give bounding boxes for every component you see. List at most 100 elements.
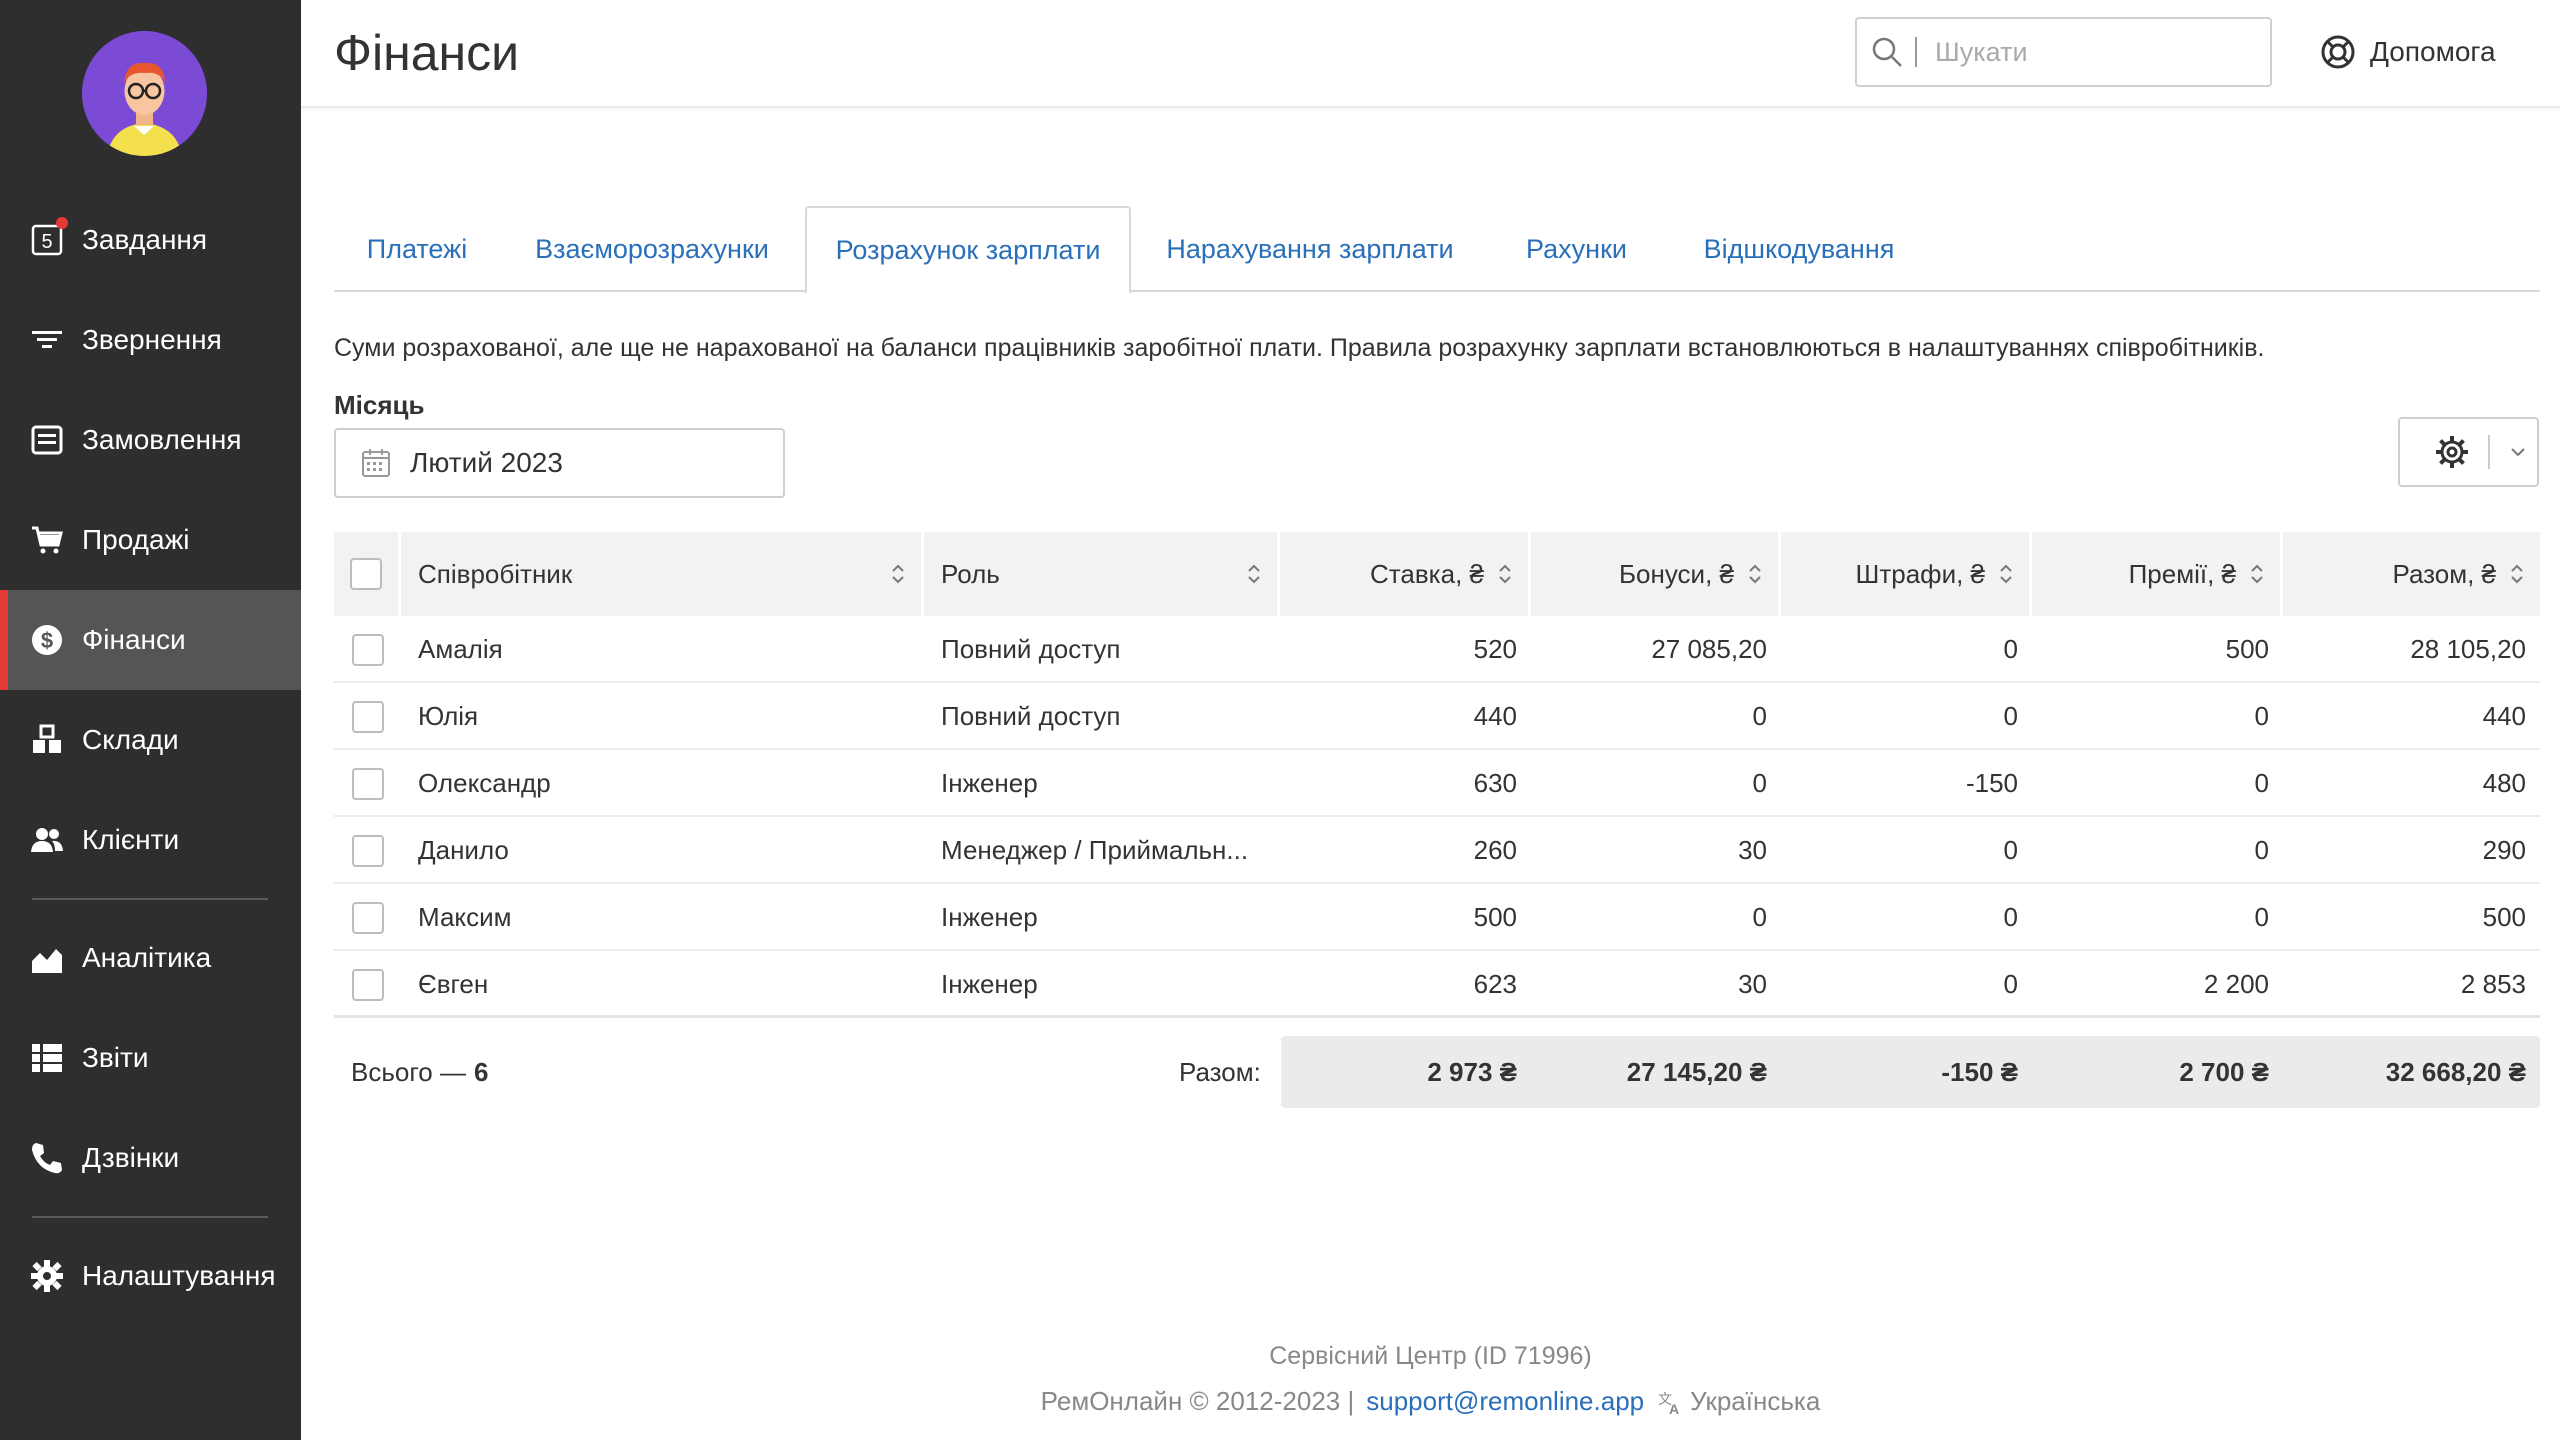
column-header-label: Бонуси, ₴ xyxy=(1618,558,1734,589)
column-header-fines[interactable]: Штрафи, ₴ xyxy=(1781,532,2032,616)
column-header-premiums[interactable]: Премії, ₴ xyxy=(2032,532,2283,616)
row-checkbox[interactable] xyxy=(351,834,384,867)
employee-name: Юлія xyxy=(418,701,479,731)
rate-value: 520 xyxy=(1473,634,1517,664)
row-checkbox[interactable] xyxy=(351,633,384,666)
employee-role: Менеджер / Приймальн... xyxy=(941,835,1249,865)
sidebar-item-reports[interactable]: Звіти xyxy=(0,1008,301,1108)
sidebar-divider xyxy=(32,898,268,900)
row-checkbox-cell xyxy=(334,683,401,750)
employee-role: Інженер xyxy=(941,768,1038,798)
tab-invoices[interactable]: Рахунки xyxy=(1489,206,1664,292)
column-header-bonuses[interactable]: Бонуси, ₴ xyxy=(1531,532,1781,616)
rate-value: 630 xyxy=(1473,768,1517,798)
premiums-value: 2 200 xyxy=(2203,969,2269,999)
row-checkbox-cell xyxy=(334,884,401,951)
total-value: 500 xyxy=(2482,902,2526,932)
table-totals: Всього — 6 Разом: 2 973 ₴ 27 145,20 ₴ -1… xyxy=(334,1036,2540,1108)
table-row[interactable]: Максим Інженер 500 0 0 0 500 xyxy=(334,884,2540,951)
table-row[interactable]: Амалія Повний доступ 520 27 085,20 0 500… xyxy=(334,616,2540,683)
column-header-employee[interactable]: Співробітник xyxy=(401,532,924,616)
employee-name: Амалія xyxy=(418,634,503,664)
search-box[interactable] xyxy=(1855,17,2272,87)
column-header-total[interactable]: Разом, ₴ xyxy=(2283,532,2540,616)
sidebar-item-warehouses[interactable]: Склади xyxy=(0,690,301,790)
total-value: 290 xyxy=(2482,835,2526,865)
language-selector[interactable]: 文A Українська xyxy=(1656,1386,1820,1417)
fines-value: 0 xyxy=(2003,835,2018,865)
avatar[interactable] xyxy=(82,31,207,156)
premiums-value: 0 xyxy=(2254,835,2269,865)
row-checkbox[interactable] xyxy=(351,901,384,934)
column-header-label: Штрафи, ₴ xyxy=(1855,558,1985,589)
sidebar-item-clients[interactable]: Клієнти xyxy=(0,790,301,890)
table-row[interactable]: Юлія Повний доступ 440 0 0 0 440 xyxy=(334,683,2540,750)
notification-dot xyxy=(56,217,68,229)
help-link[interactable]: Допомога xyxy=(2320,30,2496,74)
premiums-value: 0 xyxy=(2254,701,2269,731)
employee-name: Євген xyxy=(418,969,489,999)
fines-value: 0 xyxy=(2003,969,2018,999)
lifebuoy-icon xyxy=(2321,35,2355,69)
dollar-icon: $ xyxy=(30,623,64,657)
sidebar-divider xyxy=(32,1216,268,1218)
fines-value: 0 xyxy=(2003,701,2018,731)
month-picker[interactable]: Лютий 2023 xyxy=(334,428,785,498)
table-row[interactable]: Євген Інженер 623 30 0 2 200 2 853 xyxy=(334,951,2540,1018)
premiums-value: 500 xyxy=(2225,634,2269,664)
sidebar-item-requests[interactable]: Звернення xyxy=(0,290,301,390)
sidebar-item-label: Звернення xyxy=(82,324,222,355)
sum-total: 32 668,20 ₴ xyxy=(2385,1056,2526,1087)
sidebar-item-label: Аналітика xyxy=(82,942,212,973)
sidebar-item-label: Звіти xyxy=(82,1042,149,1073)
bonuses-value: 30 xyxy=(1738,969,1767,999)
column-header-label: Разом, ₴ xyxy=(2392,558,2496,589)
sidebar-item-analytics[interactable]: Аналітика xyxy=(0,908,301,1008)
sidebar-item-orders[interactable]: Замовлення xyxy=(0,390,301,490)
sidebar-item-tasks[interactable]: 5 Завдання xyxy=(0,190,301,290)
column-header-label: Роль xyxy=(941,558,1000,589)
support-email-link[interactable]: support@remonline.app xyxy=(1366,1386,1644,1417)
column-header-rate[interactable]: Ставка, ₴ xyxy=(1280,532,1531,616)
select-all-checkbox[interactable] xyxy=(350,558,382,590)
sidebar-item-settings[interactable]: Налаштування xyxy=(0,1226,301,1326)
table-row[interactable]: Данило Менеджер / Приймальн... 260 30 0 … xyxy=(334,817,2540,884)
column-header-label: Співробітник xyxy=(418,558,573,589)
sidebar-item-calls[interactable]: Дзвінки xyxy=(0,1108,301,1208)
tab-payments[interactable]: Платежі xyxy=(334,206,500,292)
fines-value: 0 xyxy=(2003,902,2018,932)
sort-icon xyxy=(2000,564,2012,584)
bonuses-value: 0 xyxy=(1752,768,1767,798)
fines-value: -150 xyxy=(1965,768,2018,798)
chevron-down-icon[interactable] xyxy=(2508,442,2528,462)
sidebar-item-label: Клієнти xyxy=(82,824,180,855)
tab-settlements[interactable]: Взаєморозрахунки xyxy=(500,206,804,292)
sidebar-item-label: Продажі xyxy=(82,524,190,555)
reports-icon xyxy=(30,1041,64,1075)
sidebar-item-sales[interactable]: Продажі xyxy=(0,490,301,590)
page-description: Суми розрахованої, але ще не нарахованої… xyxy=(334,334,2265,362)
filter-icon xyxy=(30,323,64,357)
search-input[interactable] xyxy=(1935,36,2235,68)
sidebar-item-label: Склади xyxy=(82,724,179,755)
footer-bar: РемОнлайн © 2012-2023 | support@remonlin… xyxy=(301,1386,2560,1417)
tab-salary-calculation[interactable]: Розрахунок зарплати xyxy=(805,206,1131,294)
analytics-icon xyxy=(30,941,64,975)
row-checkbox[interactable] xyxy=(351,767,384,800)
tab-salary-accrual[interactable]: Нарахування зарплати xyxy=(1131,206,1489,292)
fines-value: 0 xyxy=(2003,634,2018,664)
table-settings-button[interactable] xyxy=(2398,417,2539,487)
column-header-role[interactable]: Роль xyxy=(924,532,1280,616)
row-checkbox-cell xyxy=(334,750,401,817)
calendar-icon xyxy=(362,449,390,477)
tab-refunds[interactable]: Відшкодування xyxy=(1664,206,1934,292)
sidebar-item-finance[interactable]: $ Фінанси xyxy=(0,590,301,690)
row-checkbox[interactable] xyxy=(351,700,384,733)
total-value: 28 105,20 xyxy=(2410,634,2526,664)
table-row[interactable]: Олександр Інженер 630 0 -150 0 480 xyxy=(334,750,2540,817)
footer-copyright: РемОнлайн © 2012-2023 | xyxy=(1040,1386,1355,1416)
sum-premiums: 2 700 ₴ xyxy=(2179,1056,2269,1087)
row-checkbox[interactable] xyxy=(351,968,384,1001)
sum-bonuses: 27 145,20 ₴ xyxy=(1626,1056,1767,1087)
sidebar-item-label: Налаштування xyxy=(82,1260,276,1291)
